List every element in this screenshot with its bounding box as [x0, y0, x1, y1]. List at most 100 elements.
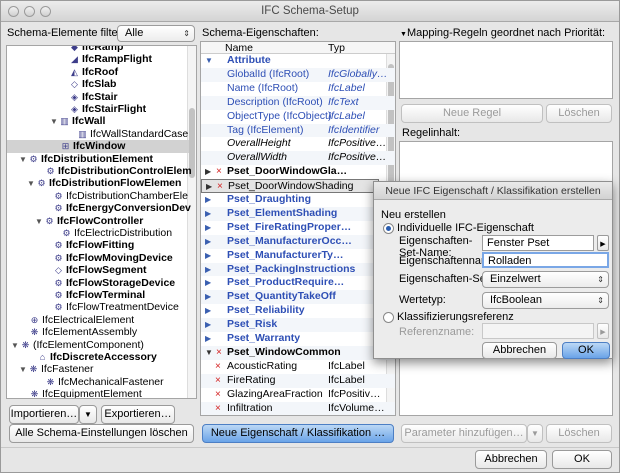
disclosure-triangle-icon[interactable]: ▶ [206, 180, 212, 194]
tree-item[interactable]: ❋ IfcEquipmentElement [7, 388, 189, 398]
close-window-button[interactable] [8, 6, 19, 17]
property-row[interactable]: × IsExternal IfcBoolean [201, 415, 395, 416]
tree-item[interactable]: ▼ ⚙ IfcDistributionElement [7, 153, 189, 165]
delete-x-icon[interactable]: × [215, 415, 221, 416]
property-row[interactable]: GlobalId (IfcRoot) IfcGlobally… [201, 67, 395, 82]
export-button[interactable]: Exportieren… [101, 405, 175, 424]
property-row[interactable]: × AcousticRating IfcLabel [201, 360, 395, 374]
radio-individual-property[interactable] [383, 223, 394, 234]
property-row[interactable]: Tag (IfcElement) IfcIdentifier [201, 123, 395, 138]
tree-item[interactable]: ⚙ IfcFlowFitting [7, 239, 189, 251]
disclosure-triangle-icon[interactable]: ▶ [205, 221, 211, 235]
disclosure-triangle-icon[interactable]: ▶ [205, 235, 211, 249]
property-row[interactable]: ▼ × Pset_WindowCommon [201, 345, 395, 360]
minimize-window-button[interactable] [24, 6, 35, 17]
new-property-button[interactable]: Neue Eigenschaft / Klassifikation … [202, 424, 394, 443]
property-row[interactable]: ▶ × Pset_DoorWindowShading [201, 179, 379, 193]
tree-item[interactable]: ⚙ IfcFlowMovingDevice [7, 252, 189, 264]
tree-item[interactable]: ◭ IfcRoof [7, 66, 189, 78]
tree-item[interactable]: ▼ ⚙ IfcFlowController [7, 215, 189, 227]
disclosure-triangle-icon[interactable]: ▶ [205, 290, 211, 304]
property-row[interactable]: ▶ Pset_QuantityTakeOff [201, 290, 395, 305]
tree-item[interactable]: ▼ ❋ (IfcElementComponent) [7, 339, 189, 351]
dialog-ok-button[interactable]: OK [562, 342, 610, 359]
property-set-select[interactable]: Einzelwert ⇕ [482, 271, 609, 288]
tree-item[interactable]: ◇ IfcFlowSegment [7, 264, 189, 276]
reset-schema-button[interactable]: Alle Schema-Einstellungen löschen [9, 424, 194, 443]
disclosure-triangle-icon[interactable]: ▼ [205, 54, 213, 68]
value-type-select[interactable]: IfcBoolean ⇕ [482, 292, 609, 309]
delete-x-icon[interactable]: × [217, 180, 223, 194]
property-row[interactable]: ▶ Pset_Warranty [201, 332, 395, 346]
property-row[interactable]: OverallHeight IfcPositive… [201, 137, 395, 151]
import-menu-button[interactable]: ▼ [79, 405, 97, 424]
property-name-field[interactable]: Rolladen [482, 252, 609, 268]
tree-item[interactable]: ◆ IfcRamp [7, 46, 189, 53]
disclosure-triangle-icon[interactable]: ▶ [205, 207, 211, 221]
tree-item[interactable]: ⚙ IfcFlowStorageDevice [7, 277, 189, 289]
property-row[interactable]: ObjectType (IfcObject) IfcLabel [201, 110, 395, 124]
property-row[interactable]: ▶ Pset_ElementShading [201, 206, 395, 221]
delete-x-icon[interactable]: × [215, 360, 221, 374]
tree-item[interactable]: ◈ IfcStair [7, 91, 189, 103]
property-row[interactable]: Name (IfcRoot) IfcLabel [201, 82, 395, 96]
disclosure-triangle-icon[interactable]: ▶ [205, 165, 211, 179]
ok-button[interactable]: OK [552, 450, 612, 469]
tree-item[interactable]: ⚙ IfcFlowTerminal [7, 289, 189, 301]
property-row[interactable]: ▶ Pset_ProductRequire… [201, 276, 395, 290]
disclosure-triangle-icon[interactable]: ▶ [205, 263, 211, 277]
property-row[interactable]: ▶ Pset_FireRatingProper… [201, 221, 395, 235]
tree-item[interactable]: ◢ IfcRampFlight [7, 53, 189, 65]
schema-properties-list[interactable]: Name Typ ▼ Attribute GlobalId (IfcRoot) Ifc… [200, 41, 396, 416]
delete-parameter-button[interactable]: Löschen [546, 424, 612, 443]
property-row[interactable]: ▶ Pset_Draughting [201, 193, 395, 207]
set-name-field[interactable]: Fenster Pset [482, 235, 594, 251]
filter-select[interactable]: Alle ⇕ [117, 25, 195, 42]
tree-item[interactable]: ◈ IfcStairFlight [7, 103, 189, 115]
property-row[interactable]: ▶ Pset_Risk [201, 318, 395, 332]
disclosure-triangle-icon[interactable]: ▶ [205, 193, 211, 207]
property-row[interactable]: Description (IfcRoot) IfcText [201, 95, 395, 110]
disclosure-triangle-icon[interactable]: ▶ [205, 249, 211, 263]
disclosure-triangle-icon[interactable]: ▶ [205, 332, 211, 346]
set-name-picker-button[interactable]: ▶ [597, 235, 609, 251]
mapping-rules-list[interactable] [399, 41, 613, 99]
zoom-window-button[interactable] [40, 6, 51, 17]
tree-item[interactable]: ⌂ IfcDiscreteAccessory [7, 351, 189, 363]
dialog-cancel-button[interactable]: Abbrechen [482, 342, 557, 359]
tree-item[interactable]: ⚙ IfcDistributionChamberEle [7, 190, 189, 202]
delete-rule-button[interactable]: Löschen [546, 104, 612, 123]
reference-name-field[interactable] [482, 323, 594, 339]
property-row[interactable]: ▶ Pset_PackingInstructions [201, 262, 395, 277]
reference-picker-button[interactable]: ▶ [597, 323, 609, 339]
col-type-header[interactable]: Typ [328, 42, 345, 54]
tree-item[interactable]: ❋ IfcElementAssembly [7, 326, 189, 338]
schema-element-tree[interactable]: ◆ IfcRamp ◢ IfcRampFlight ◭ IfcRoof ◇ IfcSlab ◈ I… [6, 45, 197, 399]
add-parameter-menu-button[interactable]: ▼ [527, 424, 543, 443]
col-name-header[interactable]: Name [225, 42, 253, 54]
disclosure-triangle-icon[interactable]: ▼ [205, 346, 213, 360]
tree-item[interactable]: ⚙ IfcElectricDistribution [7, 227, 189, 239]
tree-item[interactable]: ⚙ IfcFlowTreatmentDevice [7, 301, 189, 313]
property-row[interactable]: ▶ Pset_Reliability [201, 304, 395, 318]
disclosure-triangle-icon[interactable]: ▶ [205, 304, 211, 318]
disclosure-triangle-icon[interactable]: ▶ [205, 318, 211, 332]
tree-item[interactable]: ▥ IfcWallStandardCase [7, 128, 189, 140]
tree-item[interactable]: ❋ IfcMechanicalFastener [7, 376, 189, 388]
property-row[interactable]: ▶ Pset_ManufacturerTy… [201, 249, 395, 263]
tree-item[interactable]: ▼ ⚙ IfcDistributionFlowElemen [7, 177, 189, 189]
property-row[interactable]: ▶ Pset_ManufacturerOcc… [201, 234, 395, 249]
radio-classification[interactable] [383, 312, 394, 323]
delete-x-icon[interactable]: × [215, 388, 221, 402]
tree-item[interactable]: ⚙ IfcEnergyConversionDev [7, 202, 190, 214]
import-button[interactable]: Importieren… [9, 405, 79, 424]
property-row[interactable]: × FireRating IfcLabel [201, 373, 395, 388]
disclosure-triangle-icon[interactable]: ▶ [205, 276, 211, 290]
tree-item[interactable]: ▼ ❋ IfcFastener [7, 363, 189, 375]
property-row[interactable]: ▶ × Pset_DoorWindowGla… [201, 165, 395, 179]
tree-item[interactable]: ◇ IfcSlab [7, 78, 189, 90]
tree-item[interactable]: ⊕ IfcElectricalElement [7, 314, 189, 326]
delete-x-icon[interactable]: × [215, 402, 221, 416]
property-row[interactable]: ▼ Attribute [201, 54, 395, 68]
tree-item[interactable]: ▼ ▥ IfcWall [7, 115, 189, 127]
